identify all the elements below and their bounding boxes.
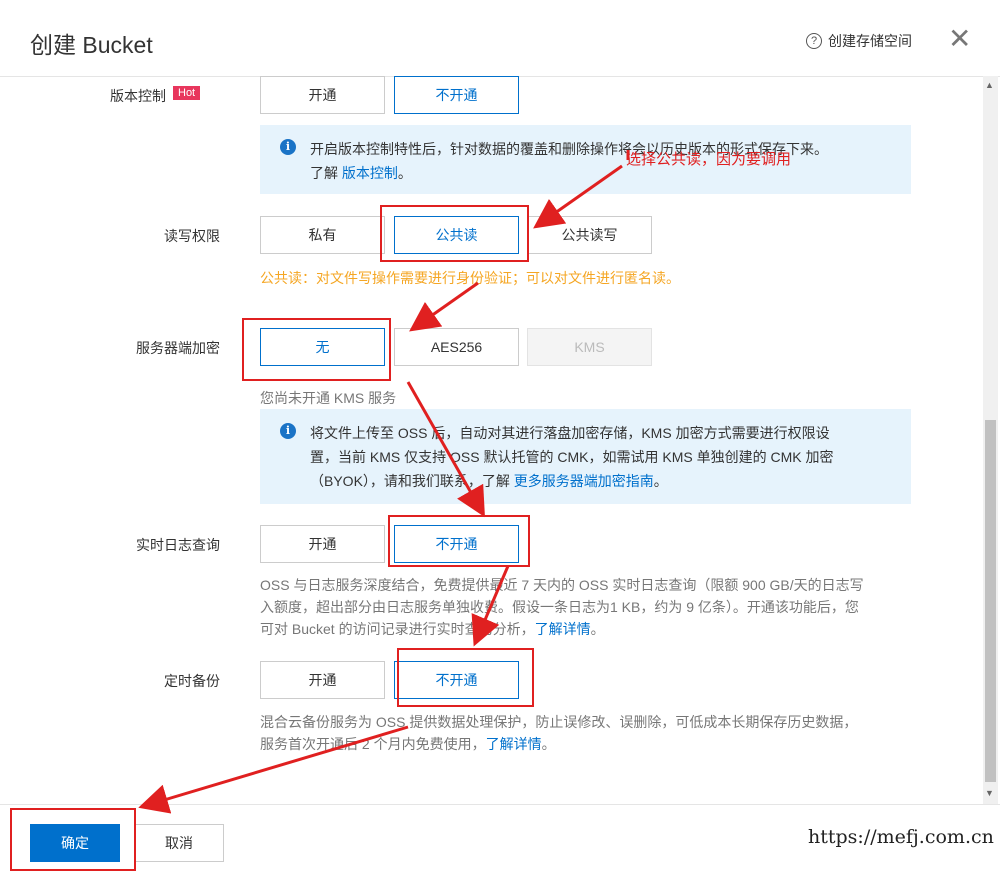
realtime-log-desc-line2: 入额度，超出部分由日志服务单独收费。假设一条日志为1 KB，约为 9 亿条）。开… bbox=[260, 599, 859, 615]
info-icon: i bbox=[280, 139, 296, 155]
hot-badge: Hot bbox=[173, 86, 201, 100]
cancel-button[interactable]: 取消 bbox=[134, 824, 224, 862]
encryption-info-line3: （BYOK），请和我们联系，了解 更多服务器端加密指南。 bbox=[310, 469, 891, 493]
versioning-info-box: i 开启版本控制特性后，针对数据的覆盖和删除操作将会以历史版本的形式保存下来。 … bbox=[260, 125, 911, 194]
versioning-label: 版本控制 Hot bbox=[110, 86, 201, 106]
backup-desc-line2: 服务首次开通后 2 个月内免费使用，了解详情。 bbox=[260, 733, 857, 755]
help-label: 创建存储空间 bbox=[828, 33, 912, 49]
acl-option-public-read-write[interactable]: 公共读写 bbox=[527, 216, 652, 254]
kms-hint: 您尚未开通 KMS 服务 bbox=[260, 390, 397, 406]
realtime-log-desc-line1: OSS 与日志服务深度结合，免费提供最近 7 天内的 OSS 实时日志查询（限额… bbox=[260, 577, 864, 593]
annotation-box-encryption bbox=[242, 318, 391, 381]
realtime-log-label: 实时日志查询 bbox=[136, 537, 220, 553]
watermark: https://mefj.com.cn bbox=[808, 826, 994, 848]
close-icon[interactable]: ✕ bbox=[948, 24, 971, 54]
annotation-box-confirm bbox=[10, 808, 136, 871]
realtime-log-option-enable[interactable]: 开通 bbox=[260, 525, 385, 563]
versioning-info-text: 开启版本控制特性后，针对数据的覆盖和删除操作将会以历史版本的形式保存下来。 bbox=[310, 141, 828, 157]
versioning-info-suffix: 。 bbox=[397, 165, 412, 181]
backup-description: 混合云备份服务为 OSS 提供数据处理保护，防止误修改、误删除，可低成本长期保存… bbox=[260, 711, 857, 755]
dialog-title: 创建 Bucket bbox=[30, 32, 153, 58]
versioning-option-enable[interactable]: 开通 bbox=[260, 76, 385, 114]
backup-desc-line1: 混合云备份服务为 OSS 提供数据处理保护，防止误修改、误删除，可低成本长期保存… bbox=[260, 714, 858, 730]
realtime-log-desc-prefix: 可对 Bucket 的访问记录进行实时查询分析， bbox=[260, 621, 535, 637]
versioning-option-disable[interactable]: 不开通 bbox=[394, 76, 519, 114]
encryption-info-prefix: （BYOK），请和我们联系，了解 bbox=[310, 473, 514, 489]
versioning-doc-link[interactable]: 版本控制 bbox=[342, 165, 398, 181]
encryption-option-kms: KMS bbox=[527, 328, 652, 366]
scroll-down-arrow-icon[interactable]: ▼ bbox=[985, 788, 994, 798]
versioning-info-link-line: 了解 版本控制。 bbox=[310, 161, 891, 185]
realtime-log-desc-suffix: 。 bbox=[590, 621, 605, 637]
annotation-note: 选择公共读，因为要调用 bbox=[626, 151, 792, 168]
annotation-box-backup bbox=[397, 648, 534, 707]
encryption-info-line1: 将文件上传至 OSS 后，自动对其进行落盘加密存储，KMS 加密方式需要进行权限… bbox=[310, 425, 830, 441]
question-icon: ? bbox=[806, 33, 822, 49]
versioning-label-text: 版本控制 bbox=[110, 88, 166, 104]
backup-option-enable[interactable]: 开通 bbox=[260, 661, 385, 699]
scroll-up-arrow-icon[interactable]: ▲ bbox=[985, 80, 994, 90]
annotation-box-realtime-log bbox=[388, 515, 530, 567]
backup-details-link[interactable]: 了解详情 bbox=[486, 736, 542, 752]
help-link[interactable]: ? 创建存储空间 bbox=[806, 31, 912, 51]
backup-desc-prefix: 服务首次开通后 2 个月内免费使用， bbox=[260, 736, 486, 752]
encryption-info-line2: 置，当前 KMS 仅支持 OSS 默认托管的 CMK，如需试用 KMS 单独创建… bbox=[310, 449, 834, 465]
acl-warning: 公共读：对文件写操作需要进行身份验证；可以对文件进行匿名读。 bbox=[260, 270, 680, 286]
arrow-to-encryption bbox=[409, 281, 479, 332]
realtime-log-desc-line3: 可对 Bucket 的访问记录进行实时查询分析，了解详情。 bbox=[260, 618, 864, 640]
realtime-log-details-link[interactable]: 了解详情 bbox=[535, 621, 591, 637]
realtime-log-description: OSS 与日志服务深度结合，免费提供最近 7 天内的 OSS 实时日志查询（限额… bbox=[260, 574, 864, 640]
versioning-info-prefix: 了解 bbox=[310, 165, 338, 181]
encryption-guide-link[interactable]: 更多服务器端加密指南 bbox=[514, 473, 654, 489]
encryption-option-aes256[interactable]: AES256 bbox=[394, 328, 519, 366]
acl-option-private[interactable]: 私有 bbox=[260, 216, 385, 254]
annotation-box-acl bbox=[380, 205, 529, 262]
encryption-label: 服务器端加密 bbox=[136, 340, 220, 356]
acl-label: 读写权限 bbox=[164, 228, 220, 244]
backup-label: 定时备份 bbox=[164, 673, 220, 689]
encryption-info-box: i 将文件上传至 OSS 后，自动对其进行落盘加密存储，KMS 加密方式需要进行… bbox=[260, 409, 911, 504]
encryption-info-suffix: 。 bbox=[653, 473, 668, 489]
scrollbar-thumb[interactable] bbox=[985, 420, 996, 782]
info-icon: i bbox=[280, 423, 296, 439]
backup-desc-suffix: 。 bbox=[541, 736, 556, 752]
